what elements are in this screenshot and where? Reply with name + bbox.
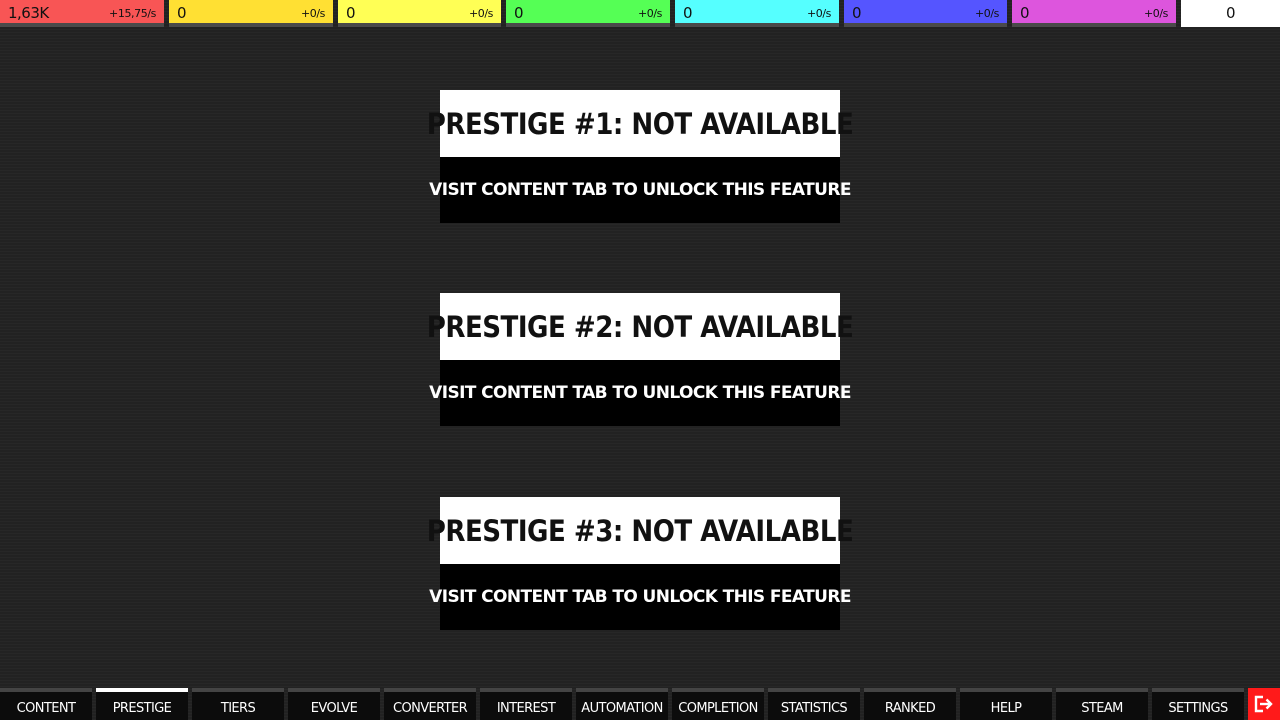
resource-orange: 0 +0/s [169, 0, 333, 27]
tab-content[interactable]: CONTENT [0, 688, 92, 720]
resource-green: 0 +0/s [506, 0, 670, 27]
resource-yellow: 0 +0/s [338, 0, 501, 27]
tab-help[interactable]: HELP [960, 688, 1052, 720]
tab-statistics[interactable]: STATISTICS [768, 688, 860, 720]
prestige-unlock-hint: VISIT CONTENT TAB TO UNLOCK THIS FEATURE [429, 360, 851, 426]
tab-interest[interactable]: INTEREST [480, 688, 572, 720]
tab-converter[interactable]: CONVERTER [384, 688, 476, 720]
tab-automation[interactable]: AUTOMATION [576, 688, 668, 720]
prestige-card-1[interactable]: PRESTIGE #1: NOT AVAILABLE VISIT CONTENT… [427, 90, 854, 223]
tab-settings[interactable]: SETTINGS [1152, 688, 1244, 720]
resource-amount: 0 [852, 4, 862, 22]
resource-rate: +0/s [806, 7, 831, 20]
tab-prestige[interactable]: PRESTIGE [96, 688, 188, 720]
exit-icon [1254, 695, 1273, 713]
exit-button[interactable] [1248, 688, 1280, 720]
resource-rate: +0/s [300, 7, 325, 20]
resource-rate: +0/s [468, 7, 493, 20]
resource-blue: 0 +0/s [844, 0, 1007, 27]
resource-rate: +0/s [637, 7, 662, 20]
bottom-nav: CONTENT PRESTIGE TIERS EVOLVE CONVERTER … [0, 688, 1280, 720]
tab-ranked[interactable]: RANKED [864, 688, 956, 720]
tab-completion[interactable]: COMPLETION [672, 688, 764, 720]
resource-rate: +15,75/s [109, 7, 156, 20]
resource-amount: 0 [514, 4, 524, 22]
resource-rate: +0/s [974, 7, 999, 20]
tab-evolve[interactable]: EVOLVE [288, 688, 380, 720]
resource-white: 0 [1181, 0, 1280, 27]
prestige-card-3[interactable]: PRESTIGE #3: NOT AVAILABLE VISIT CONTENT… [427, 497, 854, 630]
resource-cyan: 0 +0/s [675, 0, 839, 27]
resource-red: 1,63K +15,75/s [0, 0, 164, 27]
resource-purple: 0 +0/s [1012, 0, 1176, 27]
resource-bar: 1,63K +15,75/s 0 +0/s 0 +0/s 0 +0/s 0 +0… [0, 0, 1280, 32]
prestige-title: PRESTIGE #1: NOT AVAILABLE [427, 90, 854, 157]
tab-steam[interactable]: STEAM [1056, 688, 1148, 720]
prestige-unlock-hint: VISIT CONTENT TAB TO UNLOCK THIS FEATURE [429, 157, 851, 223]
prestige-title: PRESTIGE #3: NOT AVAILABLE [427, 497, 854, 564]
resource-amount: 1,63K [8, 4, 49, 22]
resource-amount: 0 [177, 4, 187, 22]
prestige-unlock-hint: VISIT CONTENT TAB TO UNLOCK THIS FEATURE [429, 564, 851, 630]
resource-amount: 0 [1225, 4, 1236, 22]
prestige-title: PRESTIGE #2: NOT AVAILABLE [427, 293, 854, 360]
resource-amount: 0 [1020, 4, 1030, 22]
prestige-card-2[interactable]: PRESTIGE #2: NOT AVAILABLE VISIT CONTENT… [427, 293, 854, 426]
tab-tiers[interactable]: TIERS [192, 688, 284, 720]
resource-rate: +0/s [1143, 7, 1168, 20]
resource-amount: 0 [346, 4, 356, 22]
resource-amount: 0 [683, 4, 693, 22]
